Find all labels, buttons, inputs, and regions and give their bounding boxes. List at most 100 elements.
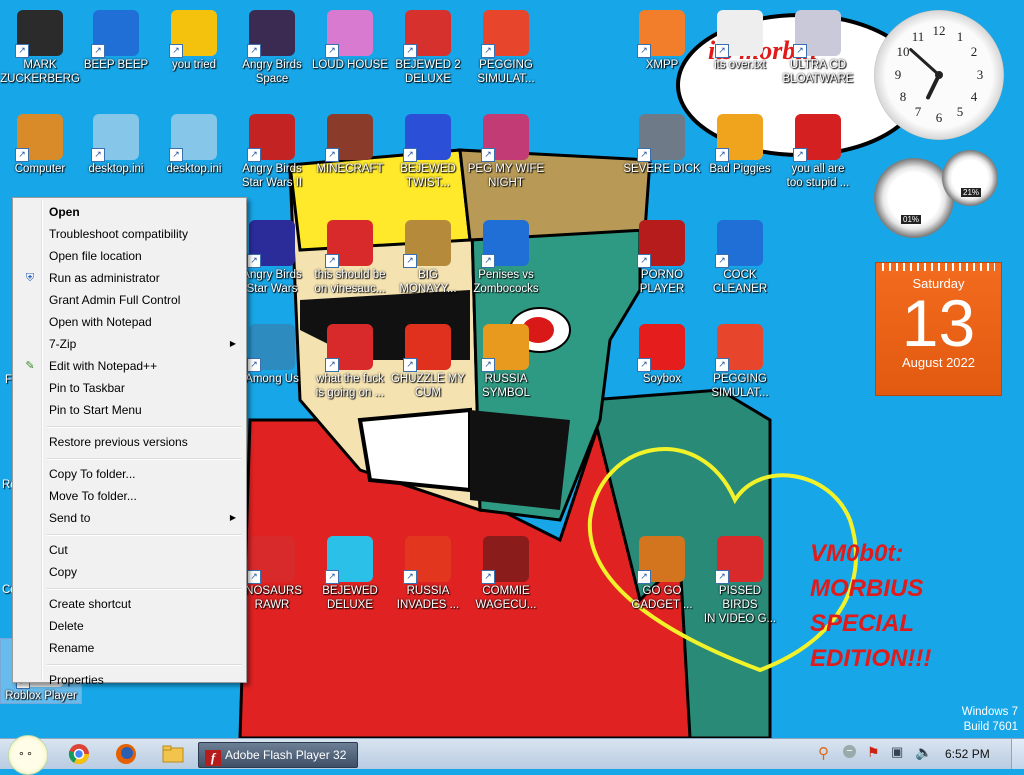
calendar-gadget[interactable]: Saturday 13 August 2022 bbox=[875, 262, 1002, 396]
menu-item-create-shortcut[interactable]: Create shortcut bbox=[15, 594, 244, 614]
menu-item-properties[interactable]: Properties bbox=[15, 670, 244, 690]
desktop-icon[interactable]: ↗ Angry Birds Space bbox=[232, 8, 312, 86]
desktop-icon[interactable]: ↗ MINECRAFT bbox=[310, 112, 390, 176]
desktop-icon[interactable]: ↗ Angry Birds Star Wars II bbox=[232, 112, 312, 190]
desktop-icon[interactable]: ↗ BIG MONAYY... bbox=[388, 218, 468, 296]
red-bird-icon: ↗ bbox=[325, 220, 373, 268]
desktop-icon[interactable]: ↗ COCK CLEANER bbox=[700, 218, 780, 296]
desktop-icon-label: desktop.ini bbox=[88, 163, 144, 175]
shortcut-arrow-icon: ↗ bbox=[325, 44, 339, 58]
menu-item-open[interactable]: Open bbox=[15, 202, 244, 222]
desktop-icon[interactable]: ↗ BEJEWED 2 DELUXE bbox=[388, 8, 468, 86]
desktop-icon[interactable]: ↗ GO GO GADGET ... bbox=[622, 534, 702, 612]
taskbar-clock[interactable]: 6:52 PM bbox=[945, 747, 990, 761]
clock-face: 12 12 3 4567 8 9 1011 bbox=[895, 23, 984, 125]
desktop-icon[interactable]: ↗ you all are too stupid ... bbox=[778, 112, 858, 190]
menu-item-7-zip[interactable]: 7-Zip ▶ bbox=[15, 334, 244, 354]
windows-watermark: Windows 7 Build 7601 bbox=[962, 705, 1018, 735]
menu-item-move-to-folder[interactable]: Move To folder... bbox=[15, 486, 244, 506]
desktop-icon[interactable]: ↗ PEGGING SIMULAT... bbox=[700, 322, 780, 400]
shortcut-arrow-icon: ↗ bbox=[325, 254, 339, 268]
blue-book-icon: ↗ bbox=[91, 10, 139, 58]
desktop-icon[interactable]: ↗ RUSSIA SYMBOL bbox=[466, 322, 546, 400]
desktop-icon[interactable]: ↗ Soybox bbox=[622, 322, 702, 386]
desktop-icon[interactable]: ↗ desktop.ini bbox=[154, 112, 234, 176]
desktop-icon[interactable]: ↗ you tried bbox=[154, 8, 234, 72]
start-orb-icon[interactable]: ° ° bbox=[8, 735, 48, 775]
wallpaper-caption-text: VM0b0t: MORBIUS SPECIAL EDITION!!! bbox=[810, 540, 932, 672]
desktop-icon[interactable]: ↗ its over.txt bbox=[700, 8, 780, 72]
search-tray-icon[interactable]: ⚲ bbox=[818, 744, 829, 762]
desktop-icon[interactable]: ↗ BEJEWED DELUXE bbox=[310, 534, 390, 612]
shortcut-arrow-icon: ↗ bbox=[481, 358, 495, 372]
folder-icon[interactable] bbox=[162, 742, 186, 766]
chrome-icon[interactable] bbox=[68, 742, 92, 766]
shortcut-arrow-icon: ↗ bbox=[637, 148, 651, 162]
taskbar: ° ° f Adobe Flash Player 32 ⚲ − ⚑ ▣ 🔈 6:5… bbox=[0, 735, 1024, 775]
clock-gadget[interactable]: 12 1 2 3 4567 8 9 10 11 bbox=[874, 10, 1004, 140]
desktop-icon-label: its over.txt bbox=[714, 59, 766, 71]
shortcut-arrow-icon: ↗ bbox=[715, 570, 729, 584]
shortcut-arrow-icon: ↗ bbox=[403, 254, 417, 268]
menu-item-pin-to-start-menu[interactable]: Pin to Start Menu bbox=[15, 400, 244, 420]
volume-icon[interactable]: 🔈 bbox=[915, 744, 932, 761]
menu-item-grant-admin-full-control[interactable]: Grant Admin Full Control bbox=[15, 290, 244, 310]
menu-item-rename[interactable]: Rename bbox=[15, 638, 244, 658]
svg-text:1: 1 bbox=[957, 29, 964, 44]
desktop-icon[interactable]: ↗ PEGGING SIMULAT... bbox=[466, 8, 546, 86]
taskbar-flash-player-button[interactable]: f Adobe Flash Player 32 bbox=[198, 742, 358, 768]
desktop-icon-label: Soybox bbox=[642, 373, 682, 385]
calendar-binding bbox=[882, 263, 995, 271]
desktop-icon-label: BEJEWED DELUXE bbox=[322, 585, 378, 611]
minus-tray-icon[interactable]: − bbox=[843, 745, 856, 758]
desktop-icon[interactable]: ↗ RUSSIA INVADES ... bbox=[388, 534, 468, 612]
svg-text:7: 7 bbox=[915, 104, 922, 119]
menu-item-copy-to-folder[interactable]: Copy To folder... bbox=[15, 464, 244, 484]
desktop-icon[interactable]: ↗ desktop.ini bbox=[76, 112, 156, 176]
desktop-icon[interactable]: ↗ Penises vs Zombococks bbox=[466, 218, 546, 296]
menu-item-label: Rename bbox=[49, 641, 95, 655]
show-desktop-button[interactable] bbox=[1011, 739, 1024, 769]
context-menu[interactable]: Open Troubleshoot compatibility Open file … bbox=[12, 197, 247, 687]
menu-item-open-file-location[interactable]: Open file location bbox=[15, 246, 244, 266]
menu-item-run-as-administrator[interactable]: ⛨ Run as administrator bbox=[15, 268, 244, 288]
desktop-icon-label: MINECRAFT bbox=[316, 163, 384, 175]
cpu-meter-gadget[interactable]: 01% 21% bbox=[874, 150, 1004, 245]
firefox-icon[interactable] bbox=[115, 742, 139, 766]
desktop-icon[interactable]: ↗ this should be on vinesauc... bbox=[310, 218, 390, 296]
menu-item-copy[interactable]: Copy bbox=[15, 562, 244, 582]
desktop-icon[interactable]: ↗ MARK ZUCKERBERG bbox=[0, 8, 80, 86]
desktop-icon[interactable]: ↗ XMPP bbox=[622, 8, 702, 72]
desktop-icon[interactable]: ↗ PISSED BIRDS IN VIDEO G... bbox=[700, 534, 780, 626]
bejeweled-twist-icon: ↗ bbox=[403, 114, 451, 162]
desktop-icon[interactable]: ↗ COMMIE WAGECU... bbox=[466, 534, 546, 612]
desktop-icon[interactable]: ↗ GHUZZLE MY CUM bbox=[388, 322, 468, 400]
menu-item-edit-with-notepad[interactable]: ✎ Edit with Notepad++ bbox=[15, 356, 244, 376]
desktop-icon[interactable]: ↗ LOUD HOUSE bbox=[310, 8, 390, 72]
desktop-icon[interactable]: ↗ Bad Piggies bbox=[700, 112, 780, 176]
menu-item-troubleshoot-compatibility[interactable]: Troubleshoot compatibility bbox=[15, 224, 244, 244]
desktop-icon[interactable]: ↗ ULTRA CD BLOATWARE bbox=[778, 8, 858, 86]
network-tray-icon[interactable]: ▣ bbox=[891, 744, 903, 760]
desktop-icon-label: COCK CLEANER bbox=[712, 269, 768, 295]
menu-item-label: Edit with Notepad++ bbox=[49, 359, 158, 373]
flag-tray-icon[interactable]: ⚑ bbox=[867, 744, 880, 761]
menu-item-restore-previous-versions[interactable]: Restore previous versions bbox=[15, 432, 244, 452]
desktop-icon[interactable]: ↗ BEJEWED TWIST... bbox=[388, 112, 468, 190]
minecraft-icon: ↗ bbox=[325, 114, 373, 162]
menu-item-open-with-notepad[interactable]: Open with Notepad bbox=[15, 312, 244, 332]
desktop-icon[interactable]: ↗ PEG MY WIFE NIGHT bbox=[466, 112, 546, 190]
shortcut-arrow-icon: ↗ bbox=[637, 254, 651, 268]
settings-file-icon: ↗ bbox=[169, 114, 217, 162]
desktop-icon[interactable]: ↗ SEVERE DICK bbox=[622, 112, 702, 176]
shortcut-arrow-icon: ↗ bbox=[325, 570, 339, 584]
menu-item-send-to[interactable]: Send to ▶ bbox=[15, 508, 244, 528]
menu-item-cut[interactable]: Cut bbox=[15, 540, 244, 560]
menu-item-delete[interactable]: Delete bbox=[15, 616, 244, 636]
desktop-icon[interactable]: ↗ PORNO PLAYER bbox=[622, 218, 702, 296]
desktop-icon[interactable]: ↗ BEEP BEEP bbox=[76, 8, 156, 72]
desktop-icon[interactable]: ↗ what the fuck is going on ... bbox=[310, 322, 390, 400]
menu-item-pin-to-taskbar[interactable]: Pin to Taskbar bbox=[15, 378, 244, 398]
desktop-icon[interactable]: ↗ Computer bbox=[0, 112, 80, 176]
menu-item-label: Grant Admin Full Control bbox=[49, 293, 181, 307]
